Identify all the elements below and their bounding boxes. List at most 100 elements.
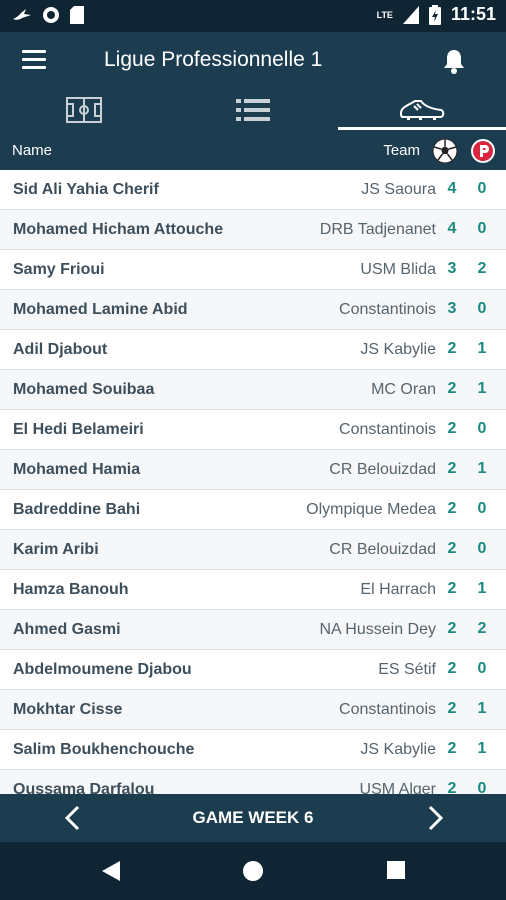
team-name: Olympique Medea [306, 501, 436, 518]
player-name: Mohamed Hamia [13, 461, 141, 478]
table-row[interactable]: Mohamed Hicham Attouche DRB Tadjenanet 4 0 [0, 210, 506, 250]
app-bar: Ligue Professionnelle 1 [0, 32, 506, 90]
team-name: JS Kabylie [360, 741, 436, 758]
penalty-count: 1 [477, 700, 487, 717]
team-name: MC Oran [371, 381, 436, 398]
penalty-count: 0 [477, 180, 487, 197]
goals-count: 2 [447, 700, 457, 717]
table-row[interactable]: El Hedi Belameiri Constantinois 2 0 [0, 410, 506, 450]
table-row[interactable]: Abdelmoumene Djabou ES Sétif 2 0 [0, 650, 506, 690]
table-row[interactable]: Sid Ali Yahia Cherif JS Saoura 4 0 [0, 170, 506, 210]
battery-icon [428, 4, 441, 25]
player-name: Samy Frioui [13, 261, 105, 278]
list-icon [236, 99, 270, 121]
team-name: ES Sétif [378, 661, 436, 678]
status-bar: LTE 11:51 [0, 0, 506, 32]
player-name: Mohamed Lamine Abid [13, 301, 188, 318]
team-name: CR Belouizdad [329, 461, 436, 478]
penalty-count: 2 [477, 620, 487, 637]
penalty-icon [471, 139, 495, 163]
table-row[interactable]: Hamza Banouh El Harrach 2 1 [0, 570, 506, 610]
player-name: Abdelmoumene Djabou [13, 661, 192, 678]
name-column-header: Name [12, 142, 53, 159]
goals-count: 2 [447, 460, 457, 477]
circle-notification-icon [43, 7, 59, 23]
scorers-list[interactable]: Sid Ali Yahia Cherif JS Saoura 4 0 Mohamed H… [0, 170, 506, 794]
sdcard-icon [70, 6, 84, 24]
tab-bar [0, 90, 506, 130]
goals-count: 2 [447, 420, 457, 437]
goals-count: 4 [447, 180, 457, 197]
team-name: JS Kabylie [360, 341, 436, 358]
clock: 11:51 [450, 4, 496, 24]
table-row[interactable]: Ahmed Gasmi NA Hussein Dey 2 2 [0, 610, 506, 650]
team-name: Constantinois [339, 421, 436, 438]
player-name: Mohamed Hicham Attouche [13, 221, 224, 238]
tab-field[interactable] [0, 90, 168, 130]
goals-count: 3 [447, 260, 457, 277]
goals-count: 2 [447, 620, 457, 637]
table-row[interactable]: Mohamed Lamine Abid Constantinois 3 0 [0, 290, 506, 330]
penalty-count: 0 [477, 660, 487, 677]
penalty-count: 2 [477, 260, 487, 277]
penalty-count: 1 [477, 380, 487, 397]
chevron-right-icon[interactable] [424, 804, 448, 832]
team-column-header: Team [383, 142, 420, 159]
table-row[interactable]: Karim Aribi CR Belouizdad 2 0 [0, 530, 506, 570]
penalty-count: 1 [477, 340, 487, 357]
penalty-count: 0 [477, 220, 487, 237]
hamburger-menu-icon[interactable] [22, 50, 46, 70]
player-name: Karim Aribi [13, 541, 99, 558]
penalty-count: 0 [477, 780, 487, 794]
player-name: Hamza Banouh [13, 581, 129, 598]
goals-count: 2 [447, 660, 457, 677]
penalty-count: 1 [477, 580, 487, 597]
player-name: Mokhtar Cisse [13, 701, 123, 718]
tab-standings[interactable] [169, 90, 337, 130]
penalty-count: 1 [477, 740, 487, 757]
table-row[interactable]: Mohamed Souibaa MC Oran 2 1 [0, 370, 506, 410]
signal-icon [402, 5, 419, 24]
team-name: El Harrach [360, 581, 436, 598]
player-name: El Hedi Belameiri [13, 421, 144, 438]
column-header: Name Team [0, 130, 506, 170]
penalty-count: 0 [477, 500, 487, 517]
team-name: CR Belouizdad [329, 541, 436, 558]
tab-scorers[interactable] [338, 90, 506, 130]
goals-count: 2 [447, 340, 457, 357]
soccer-ball-icon [432, 138, 458, 164]
team-name: Constantinois [339, 701, 436, 718]
goals-count: 2 [447, 580, 457, 597]
player-name: Salim Boukhenchouche [13, 741, 195, 758]
table-row[interactable]: Mohamed Hamia CR Belouizdad 2 1 [0, 450, 506, 490]
goals-count: 4 [447, 220, 457, 237]
penalty-count: 0 [477, 420, 487, 437]
table-row[interactable]: Badreddine Bahi Olympique Medea 2 0 [0, 490, 506, 530]
team-name: DRB Tadjenanet [319, 221, 436, 238]
table-row[interactable]: Salim Boukhenchouche JS Kabylie 2 1 [0, 730, 506, 770]
player-name: Adil Djabout [13, 341, 108, 358]
team-name: Constantinois [339, 301, 436, 318]
goals-count: 3 [447, 300, 457, 317]
bell-icon[interactable] [442, 48, 466, 74]
player-name: Ahmed Gasmi [13, 621, 121, 638]
table-row[interactable]: Mokhtar Cisse Constantinois 2 1 [0, 690, 506, 730]
goals-count: 2 [447, 780, 457, 794]
team-name: JS Saoura [361, 181, 436, 198]
goals-count: 2 [447, 740, 457, 757]
back-icon[interactable] [100, 860, 122, 882]
system-nav-bar [0, 842, 506, 900]
table-row[interactable]: Oussama Darfalou USM Alger 2 0 [0, 770, 506, 794]
recents-icon[interactable] [386, 860, 406, 880]
penalty-count: 0 [477, 300, 487, 317]
team-name: NA Hussein Dey [319, 621, 437, 638]
table-row[interactable]: Adil Djabout JS Kabylie 2 1 [0, 330, 506, 370]
network-type: LTE [376, 9, 393, 20]
table-row[interactable]: Samy Frioui USM Blida 3 2 [0, 250, 506, 290]
boot-icon [399, 100, 445, 120]
goals-count: 2 [447, 500, 457, 517]
player-name: Mohamed Souibaa [13, 381, 155, 398]
page-title: Ligue Professionnelle 1 [104, 48, 323, 71]
home-icon[interactable] [242, 860, 264, 882]
pitch-icon [66, 97, 102, 123]
